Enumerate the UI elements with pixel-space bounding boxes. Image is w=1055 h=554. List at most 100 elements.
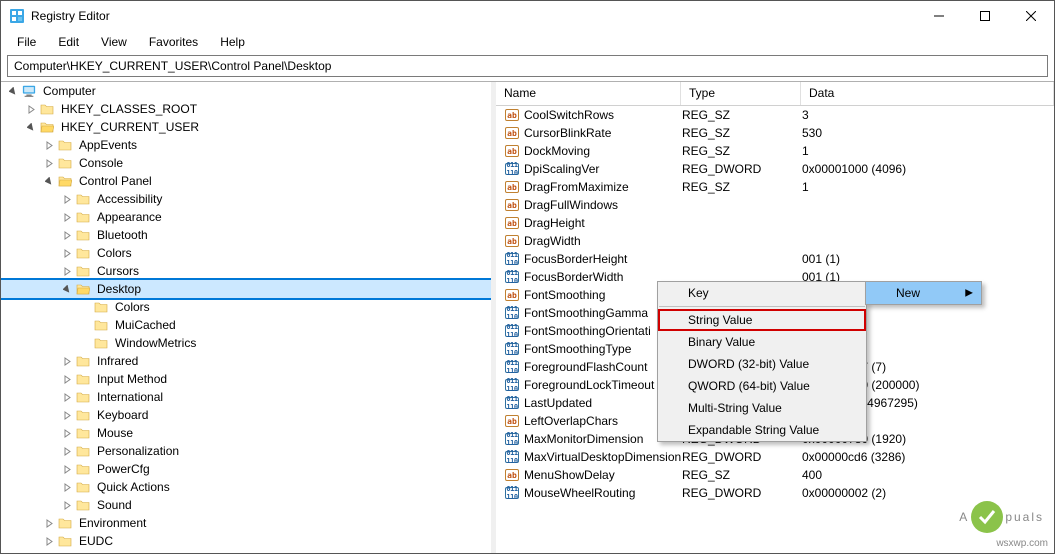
tree-item-bluetooth[interactable]: Bluetooth [1, 226, 491, 244]
menu-help[interactable]: Help [210, 33, 255, 51]
menu-file[interactable]: File [7, 33, 46, 51]
ctx-item-expandable-string-value[interactable]: Expandable String Value [658, 419, 866, 441]
tree-item-label: Environment [77, 515, 148, 531]
expander-icon[interactable] [59, 191, 75, 207]
expander-icon[interactable] [77, 335, 93, 351]
col-type[interactable]: Type [681, 82, 801, 105]
tree-item-desktop[interactable]: Desktop [1, 280, 491, 298]
tree-item-accessibility[interactable]: Accessibility [1, 190, 491, 208]
value-row[interactable]: ab MenuShowDelay REG_SZ 400 [496, 466, 1054, 484]
expander-icon[interactable] [59, 227, 75, 243]
expander-icon[interactable] [59, 209, 75, 225]
folder-icon [39, 101, 55, 117]
expander-icon[interactable] [41, 137, 57, 153]
tree-item-label: Accessibility [95, 191, 164, 207]
close-button[interactable] [1008, 1, 1054, 31]
value-row[interactable]: ab DockMoving REG_SZ 1 [496, 142, 1054, 160]
expander-icon[interactable] [41, 515, 57, 531]
menu-edit[interactable]: Edit [48, 33, 89, 51]
expander-icon[interactable] [59, 389, 75, 405]
tree-item-eudc[interactable]: EUDC [1, 532, 491, 550]
tree-item-colors[interactable]: Colors [1, 298, 491, 316]
tree-item-input-method[interactable]: Input Method [1, 370, 491, 388]
tree-item-computer[interactable]: Computer [1, 82, 491, 100]
tree-item-personalization[interactable]: Personalization [1, 442, 491, 460]
ctx-item-key[interactable]: Key [658, 282, 866, 304]
value-row[interactable]: ab CoolSwitchRows REG_SZ 3 [496, 106, 1054, 124]
tree-item-quick-actions[interactable]: Quick Actions [1, 478, 491, 496]
tree-item-mouse[interactable]: Mouse [1, 424, 491, 442]
tree-pane[interactable]: Computer HKEY_CLASSES_ROOT HKEY_CURRENT_… [1, 82, 491, 553]
context-menu-parent[interactable]: New▶ [865, 281, 982, 305]
expander-icon[interactable] [59, 479, 75, 495]
col-name[interactable]: Name [496, 82, 681, 105]
context-menu-new[interactable]: Key String ValueBinary ValueDWORD (32-bit… [657, 281, 867, 442]
tree-item-powercfg[interactable]: PowerCfg [1, 460, 491, 478]
expander-icon[interactable] [59, 497, 75, 513]
expander-icon[interactable] [59, 281, 75, 297]
tree-item-label: EUDC [77, 533, 115, 549]
expander-icon[interactable] [41, 155, 57, 171]
minimize-button[interactable] [916, 1, 962, 31]
value-row[interactable]: 011110 MaxVirtualDesktopDimension REG_DW… [496, 448, 1054, 466]
expander-icon[interactable] [23, 101, 39, 117]
value-data: 400 [802, 468, 1054, 482]
col-data[interactable]: Data [801, 82, 1054, 105]
menu-favorites[interactable]: Favorites [139, 33, 208, 51]
value-row[interactable]: ab DragHeight [496, 214, 1054, 232]
addressbar[interactable]: Computer\HKEY_CURRENT_USER\Control Panel… [7, 55, 1048, 77]
value-row[interactable]: ab DragFullWindows [496, 196, 1054, 214]
tree-item-keyboard[interactable]: Keyboard [1, 406, 491, 424]
expander-icon[interactable] [59, 443, 75, 459]
tree-item-console[interactable]: Console [1, 154, 491, 172]
value-row[interactable]: ab CursorBlinkRate REG_SZ 530 [496, 124, 1054, 142]
value-row[interactable]: ab DragFromMaximize REG_SZ 1 [496, 178, 1054, 196]
expander-icon[interactable] [5, 83, 21, 99]
tree-item-environment[interactable]: Environment [1, 514, 491, 532]
expander-icon[interactable] [59, 407, 75, 423]
tree-item-international[interactable]: International [1, 388, 491, 406]
folder-icon [75, 389, 91, 405]
tree-item-control-panel[interactable]: Control Panel [1, 172, 491, 190]
expander-icon[interactable] [59, 461, 75, 477]
value-row[interactable]: 011110 DpiScalingVer REG_DWORD 0x0000100… [496, 160, 1054, 178]
expander-icon[interactable] [59, 263, 75, 279]
tree-item-sound[interactable]: Sound [1, 496, 491, 514]
value-type: REG_DWORD [682, 486, 802, 500]
ctx-item-qword-64-bit-value[interactable]: QWORD (64-bit) Value [658, 375, 866, 397]
folder-icon [57, 515, 73, 531]
ctx-item-string-value[interactable]: String Value [658, 309, 866, 331]
tree-item-label: Sound [95, 497, 134, 513]
expander-icon[interactable] [77, 299, 93, 315]
tree-item-label: Input Method [95, 371, 169, 387]
tree-item-cursors[interactable]: Cursors [1, 262, 491, 280]
tree-item-appearance[interactable]: Appearance [1, 208, 491, 226]
expander-icon[interactable] [59, 245, 75, 261]
ctx-item-dword-32-bit-value[interactable]: DWORD (32-bit) Value [658, 353, 866, 375]
maximize-button[interactable] [962, 1, 1008, 31]
tree-item-windowmetrics[interactable]: WindowMetrics [1, 334, 491, 352]
ctx-item-binary-value[interactable]: Binary Value [658, 331, 866, 353]
expander-icon[interactable] [41, 533, 57, 549]
expander-icon[interactable] [59, 425, 75, 441]
tree-item-muicached[interactable]: MuiCached [1, 316, 491, 334]
tree-item-colors[interactable]: Colors [1, 244, 491, 262]
value-row[interactable]: 011110 MouseWheelRouting REG_DWORD 0x000… [496, 484, 1054, 502]
tree-item-hkey-classes-root[interactable]: HKEY_CLASSES_ROOT [1, 100, 491, 118]
expander-icon[interactable] [23, 119, 39, 135]
tree-item-hkey-current-user[interactable]: HKEY_CURRENT_USER [1, 118, 491, 136]
tree-item-label: HKEY_CURRENT_USER [59, 119, 201, 135]
menu-view[interactable]: View [91, 33, 137, 51]
dword-value-icon: 011110 [505, 163, 519, 175]
string-value-icon: ab [505, 145, 519, 157]
tree-item-infrared[interactable]: Infrared [1, 352, 491, 370]
expander-icon[interactable] [41, 173, 57, 189]
ctx-item-new[interactable]: New▶ [866, 282, 981, 304]
tree-item-appevents[interactable]: AppEvents [1, 136, 491, 154]
value-row[interactable]: 011110 FocusBorderHeight 001 (1) [496, 250, 1054, 268]
expander-icon[interactable] [59, 353, 75, 369]
value-row[interactable]: ab DragWidth [496, 232, 1054, 250]
expander-icon[interactable] [77, 317, 93, 333]
ctx-item-multi-string-value[interactable]: Multi-String Value [658, 397, 866, 419]
expander-icon[interactable] [59, 371, 75, 387]
